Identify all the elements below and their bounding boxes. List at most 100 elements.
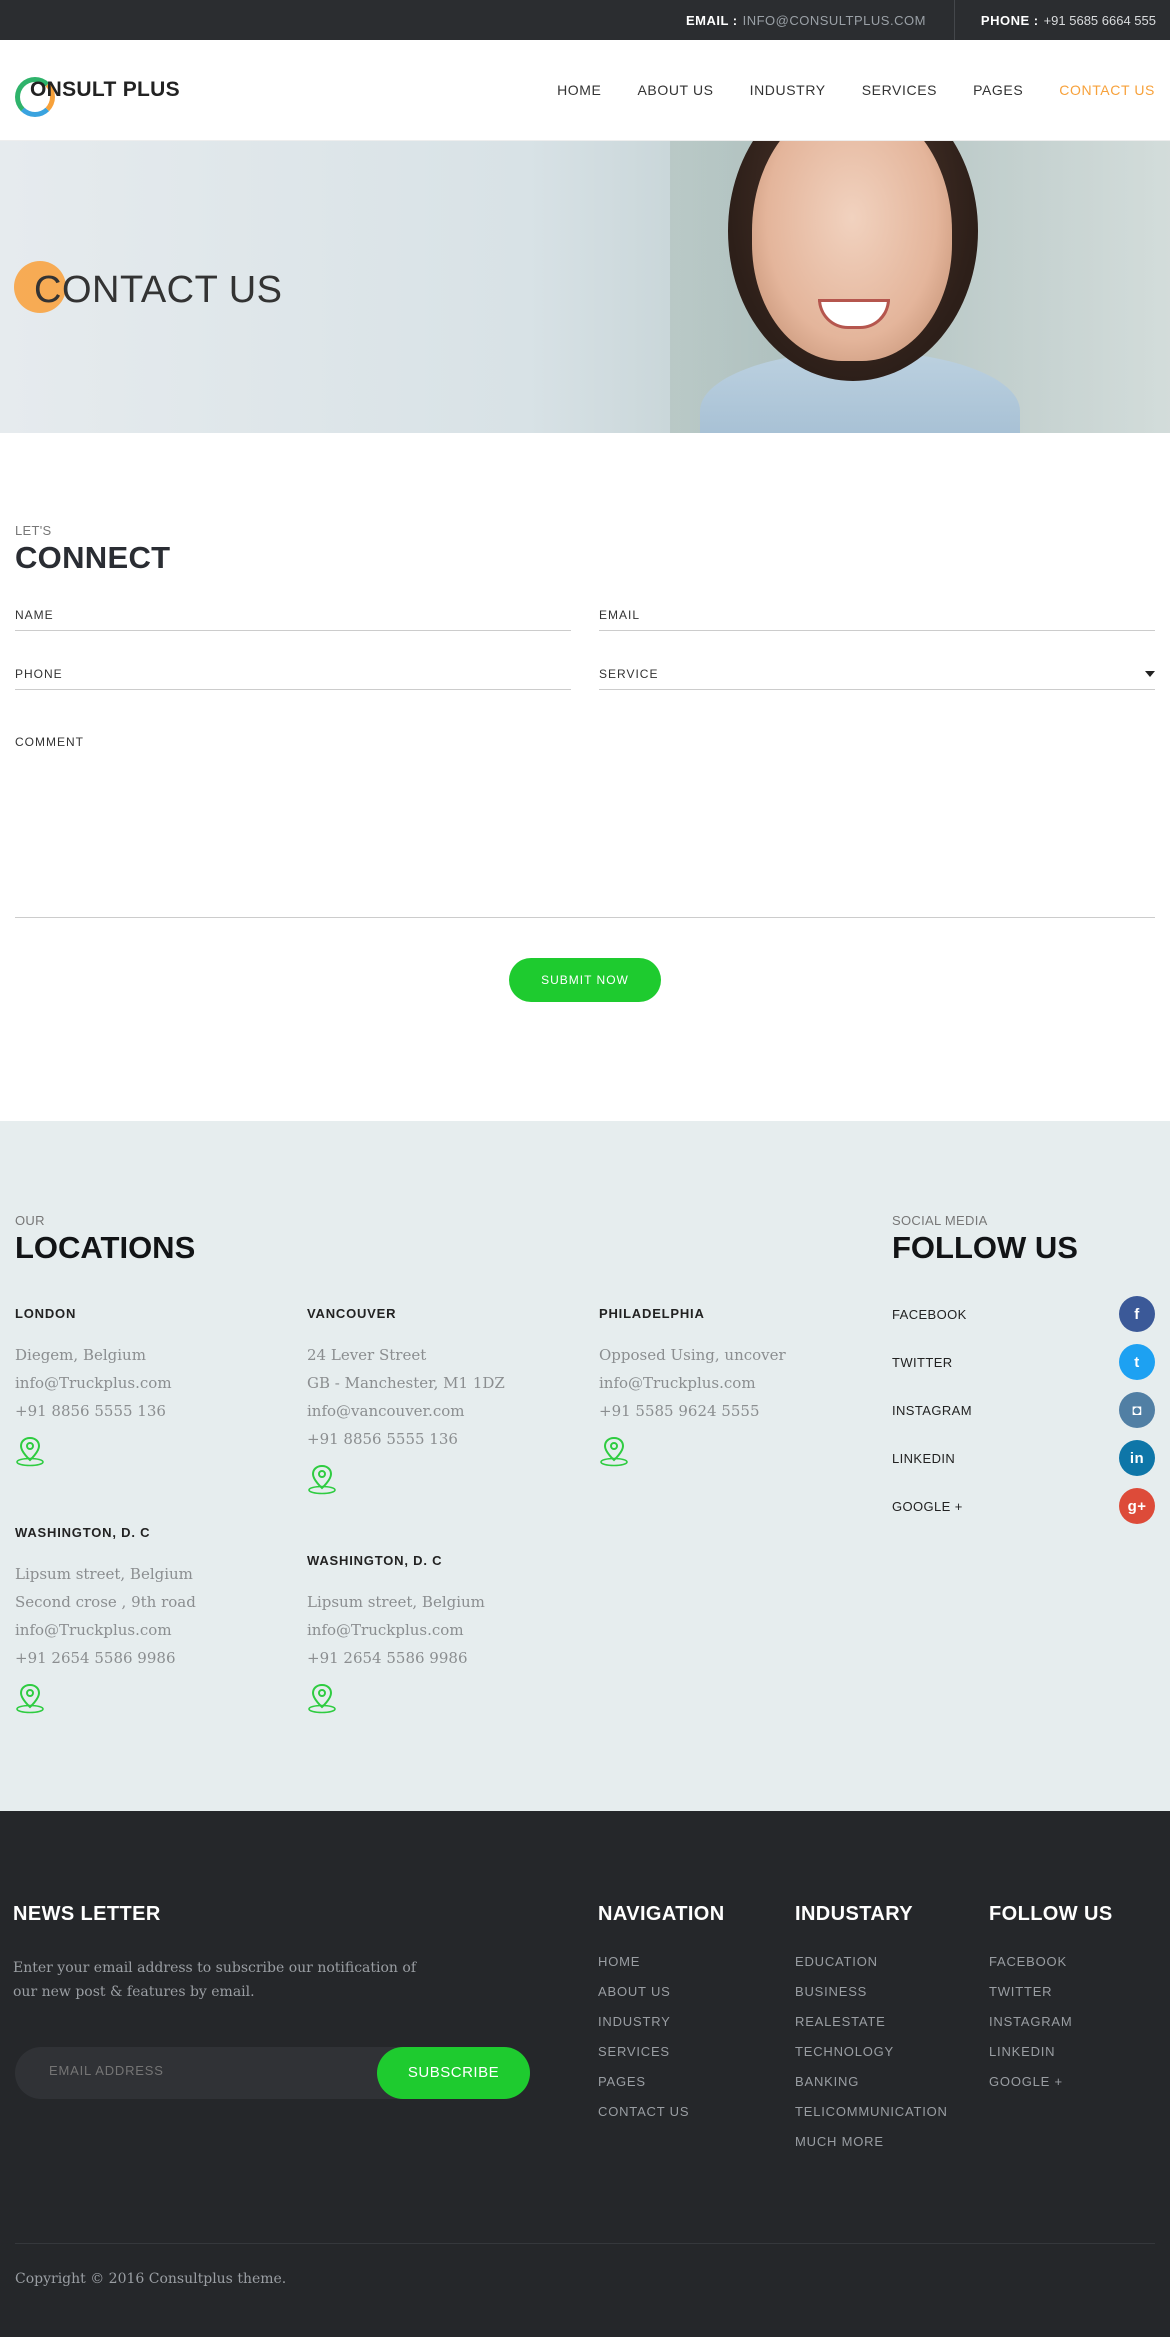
footer-follow-link[interactable]: LINKEDIN bbox=[989, 2044, 1113, 2074]
footer-nav-link[interactable]: PAGES bbox=[598, 2074, 725, 2104]
footer-industry-link[interactable]: BANKING bbox=[795, 2074, 948, 2104]
social-label: INSTAGRAM bbox=[892, 1402, 972, 1418]
email-field[interactable]: EMAIL bbox=[599, 608, 1155, 631]
location-line: +91 2654 5586 9986 bbox=[307, 1649, 468, 1667]
footer-industry-title: INDUSTARY bbox=[795, 1903, 914, 1925]
phone-label: PHONE : bbox=[980, 12, 1039, 28]
footer-follow-link[interactable]: GOOGLE + bbox=[989, 2074, 1113, 2104]
footer-nav-link[interactable]: INDUSTRY bbox=[598, 2014, 725, 2044]
location-line: +91 8856 5555 136 bbox=[15, 1402, 166, 1420]
nav-contact-us[interactable]: CONTACT US bbox=[1059, 82, 1155, 98]
map-pin-icon[interactable] bbox=[307, 1463, 337, 1495]
location-city: WASHINGTON, D. C bbox=[307, 1553, 443, 1568]
social-facebook[interactable]: FACEBOOK f bbox=[892, 1290, 1155, 1338]
footer-nav-title: NAVIGATION bbox=[598, 1903, 725, 1925]
subscribe-button[interactable]: SUBSCRIBE bbox=[377, 2047, 530, 2099]
footer-industry-link[interactable]: TECHNOLOGY bbox=[795, 2044, 948, 2074]
footer-industry-link[interactable]: BUSINESS bbox=[795, 1984, 948, 2014]
location-line: +91 8856 5555 136 bbox=[307, 1430, 458, 1448]
newsletter-text: Enter your email address to subscribe ou… bbox=[13, 1960, 416, 2000]
location-line: info@Truckplus.com bbox=[15, 1621, 172, 1639]
map-pin-icon[interactable] bbox=[307, 1682, 337, 1714]
map-pin-icon[interactable] bbox=[15, 1682, 45, 1714]
footer-follow-link[interactable]: INSTAGRAM bbox=[989, 2014, 1113, 2044]
twitter-icon[interactable]: t bbox=[1119, 1344, 1155, 1380]
service-label: SERVICE bbox=[599, 667, 659, 681]
copyright: Copyright © 2016 Consultplus theme. bbox=[15, 2271, 287, 2287]
social-google-plus[interactable]: GOOGLE + g+ bbox=[892, 1482, 1155, 1530]
location-washington-2: WASHINGTON, D. C Lipsum street, Belgium … bbox=[307, 1553, 587, 1714]
facebook-icon[interactable]: f bbox=[1119, 1296, 1155, 1332]
phone-value[interactable]: +91 5685 6664 555 bbox=[1044, 13, 1156, 28]
topbar-phone: PHONE : +91 5685 6664 555 bbox=[953, 0, 1170, 40]
location-line: GB - Manchester, M1 1DZ bbox=[307, 1374, 505, 1392]
topbar-email: EMAIL : INFO@CONSULTPLUS.COM bbox=[672, 0, 954, 40]
location-line: info@Truckplus.com bbox=[599, 1374, 756, 1392]
location-line: Opposed Using, uncover bbox=[599, 1346, 786, 1364]
footer-industry-link[interactable]: EDUCATION bbox=[795, 1954, 948, 1984]
map-pin-icon[interactable] bbox=[599, 1435, 629, 1467]
social-label: GOOGLE + bbox=[892, 1498, 963, 1514]
caret-down-icon[interactable] bbox=[1145, 671, 1155, 677]
location-line: +91 5585 9624 5555 bbox=[599, 1402, 760, 1420]
footer-follow-link[interactable]: FACEBOOK bbox=[989, 1954, 1113, 1984]
map-pin-icon[interactable] bbox=[15, 1435, 45, 1467]
nav-industry[interactable]: INDUSTRY bbox=[750, 82, 826, 98]
follow-eyebrow: SOCIAL MEDIA bbox=[892, 1213, 988, 1228]
location-line: info@vancouver.com bbox=[307, 1402, 465, 1420]
footer-nav-link[interactable]: CONTACT US bbox=[598, 2104, 725, 2134]
connect-eyebrow: LET'S bbox=[15, 523, 52, 538]
top-bar: EMAIL : INFO@CONSULTPLUS.COM PHONE : +91… bbox=[0, 0, 1170, 40]
location-city: LONDON bbox=[15, 1306, 77, 1321]
nav-pages[interactable]: PAGES bbox=[973, 82, 1023, 98]
location-london: LONDON Diegem, Belgium info@Truckplus.co… bbox=[15, 1306, 295, 1467]
newsletter-title: NEWS LETTER bbox=[13, 1903, 161, 1925]
social-label: FACEBOOK bbox=[892, 1306, 967, 1322]
location-line: Lipsum street, Belgium bbox=[15, 1565, 193, 1583]
footer-industry-link[interactable]: REALESTATE bbox=[795, 2014, 948, 2044]
logo[interactable]: ONSULT PLUS bbox=[15, 77, 180, 117]
form-row-2: PHONE SERVICE bbox=[15, 667, 1155, 690]
page-banner: CONTACT US bbox=[0, 141, 1170, 433]
submit-wrap: SUBMIT NOW bbox=[15, 958, 1155, 1002]
email-value[interactable]: INFO@CONSULTPLUS.COM bbox=[743, 13, 926, 28]
comment-field[interactable]: COMMENT bbox=[15, 735, 1155, 918]
phone-field-label: PHONE bbox=[15, 667, 63, 681]
social-label: LINKEDIN bbox=[892, 1450, 956, 1466]
location-line: Lipsum street, Belgium bbox=[307, 1593, 485, 1611]
footer-industry-link[interactable]: MUCH MORE bbox=[795, 2134, 948, 2164]
instagram-icon[interactable]: ◘ bbox=[1119, 1392, 1155, 1428]
social-twitter[interactable]: TWITTER t bbox=[892, 1338, 1155, 1386]
name-label: NAME bbox=[15, 608, 54, 622]
follow-us-panel: SOCIAL MEDIA FOLLOW US FACEBOOK f TWITTER… bbox=[892, 1213, 1155, 1530]
phone-field[interactable]: PHONE bbox=[15, 667, 571, 690]
footer-follow-link[interactable]: TWITTER bbox=[989, 1984, 1113, 2014]
social-instagram[interactable]: INSTAGRAM ◘ bbox=[892, 1386, 1155, 1434]
footer-industry-link[interactable]: TELICOMMUNICATION bbox=[795, 2104, 948, 2134]
location-washington-1: WASHINGTON, D. C Lipsum street, Belgium … bbox=[15, 1525, 295, 1714]
location-vancouver: VANCOUVER 24 Lever Street GB - Mancheste… bbox=[307, 1306, 587, 1495]
submit-button[interactable]: SUBMIT NOW bbox=[509, 958, 661, 1002]
name-field[interactable]: NAME bbox=[15, 608, 571, 631]
email-field-label: EMAIL bbox=[599, 608, 641, 622]
newsletter-email-input[interactable] bbox=[49, 2063, 349, 2078]
location-line: 24 Lever Street bbox=[307, 1346, 427, 1364]
locations-section: OUR LOCATIONS LONDON Diegem, Belgium inf… bbox=[0, 1121, 1170, 1811]
nav-about-us[interactable]: ABOUT US bbox=[637, 82, 713, 98]
google-plus-icon[interactable]: g+ bbox=[1119, 1488, 1155, 1524]
nav-services[interactable]: SERVICES bbox=[862, 82, 937, 98]
page-title: CONTACT US bbox=[34, 269, 283, 311]
footer-industry: INDUSTARY EDUCATION BUSINESS REALESTATE … bbox=[795, 1903, 948, 2164]
nav-home[interactable]: HOME bbox=[557, 82, 601, 98]
footer-nav-link[interactable]: SERVICES bbox=[598, 2044, 725, 2074]
linkedin-icon[interactable]: in bbox=[1119, 1440, 1155, 1476]
footer-nav-link[interactable]: HOME bbox=[598, 1954, 725, 1984]
service-select[interactable]: SERVICE bbox=[599, 667, 1155, 690]
location-city: WASHINGTON, D. C bbox=[15, 1525, 151, 1540]
location-city: VANCOUVER bbox=[307, 1306, 397, 1321]
location-line: Diegem, Belgium bbox=[15, 1346, 146, 1364]
footer-follow: FOLLOW US FACEBOOK TWITTER INSTAGRAM LIN… bbox=[989, 1903, 1113, 2104]
newsletter-column: NEWS LETTER Enter your email address to … bbox=[13, 1903, 443, 2004]
footer-nav-link[interactable]: ABOUT US bbox=[598, 1984, 725, 2014]
social-linkedin[interactable]: LINKEDIN in bbox=[892, 1434, 1155, 1482]
